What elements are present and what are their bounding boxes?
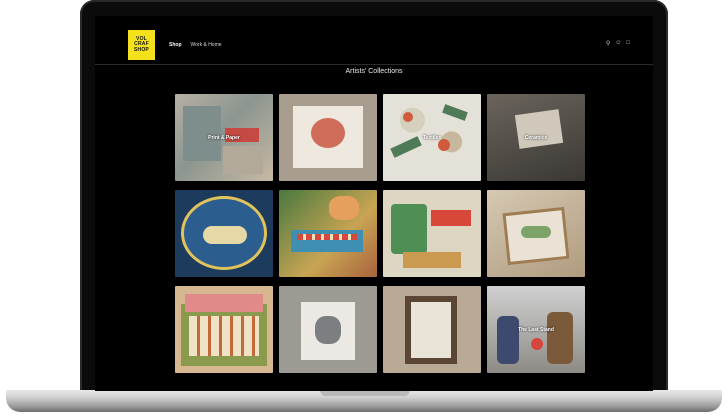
cart-icon[interactable]: □ xyxy=(626,40,630,47)
laptop-screen: VOL CRAF SHOP Shop Work & Home ⚲ ☺ □ Art… xyxy=(95,16,653,391)
collection-label: Ceramics xyxy=(524,134,548,141)
collection-tile[interactable] xyxy=(279,190,377,277)
collection-tile[interactable]: Textiles xyxy=(383,94,481,181)
nav-work-home[interactable]: Work & Home xyxy=(191,42,222,48)
collection-label: Print & Paper xyxy=(208,134,240,141)
collection-label: The Last Stand xyxy=(518,326,554,333)
collection-tile[interactable] xyxy=(175,286,273,373)
collection-tile[interactable] xyxy=(279,94,377,181)
collection-tile[interactable] xyxy=(279,286,377,373)
collection-tile[interactable]: The Last Stand xyxy=(487,286,585,373)
collection-tile[interactable] xyxy=(175,190,273,277)
collection-tile[interactable] xyxy=(487,190,585,277)
header-icons: ⚲ ☺ □ xyxy=(606,40,630,47)
collection-tile[interactable] xyxy=(383,190,481,277)
page-title: Artists' Collections xyxy=(345,68,403,75)
collection-tile[interactable]: Print & Paper xyxy=(175,94,273,181)
search-icon[interactable]: ⚲ xyxy=(606,40,610,47)
collection-tile[interactable]: Ceramics xyxy=(487,94,585,181)
site-header: VOL CRAF SHOP Shop Work & Home ⚲ ☺ □ xyxy=(95,16,653,65)
nav-shop[interactable]: Shop xyxy=(169,42,182,48)
collections-grid: Print & Paper Textiles Ceramics The Last… xyxy=(175,94,585,373)
logo-line: SHOP xyxy=(134,46,149,53)
collection-tile[interactable] xyxy=(383,286,481,373)
site-logo[interactable]: VOL CRAF SHOP xyxy=(128,30,155,60)
account-icon[interactable]: ☺ xyxy=(615,40,621,47)
collection-label: Textiles xyxy=(422,134,442,141)
main-nav: Shop Work & Home xyxy=(169,42,222,48)
